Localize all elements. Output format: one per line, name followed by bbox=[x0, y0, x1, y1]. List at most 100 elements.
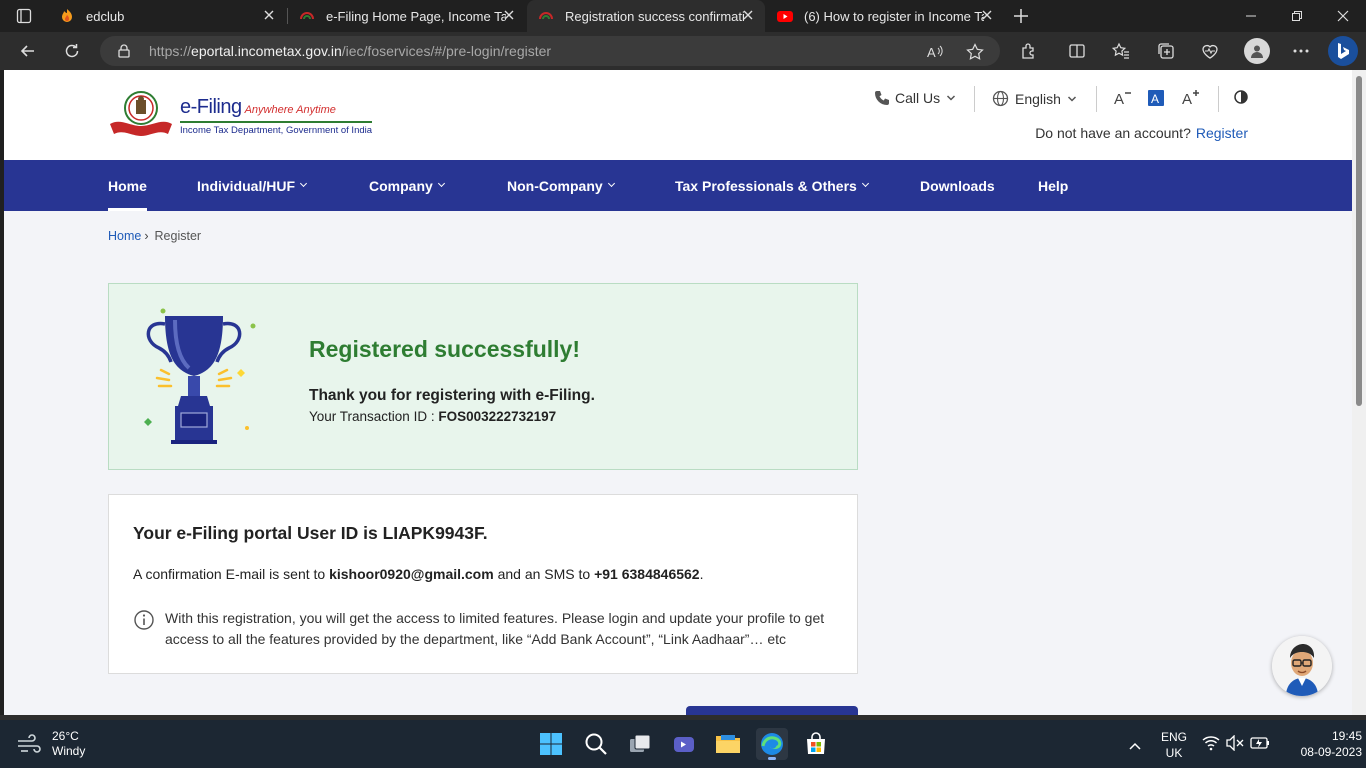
windows-taskbar: 26°C Windy ENG UK 19:45 08-09-2023 bbox=[0, 720, 1366, 768]
start-menu-icon[interactable] bbox=[535, 728, 567, 760]
limited-access-note: With this registration, you will get the… bbox=[165, 610, 825, 647]
nav-tax-professionals[interactable]: Tax Professionals & Others bbox=[675, 160, 869, 211]
chevron-down-icon bbox=[947, 95, 956, 101]
restore-icon[interactable] bbox=[1274, 0, 1320, 32]
logo-subtitle: Income Tax Department, Government of Ind… bbox=[180, 121, 373, 136]
wind-weather-icon bbox=[18, 734, 41, 753]
weather-widget[interactable]: 26°C Windy bbox=[16, 729, 85, 759]
info-icon bbox=[134, 610, 154, 630]
more-options-icon[interactable] bbox=[1290, 41, 1312, 61]
browser-tab-bar: edclub e-Filing Home Page, Income Tax D … bbox=[0, 0, 1366, 32]
read-aloud-icon[interactable]: A bbox=[926, 43, 944, 61]
browser-toolbar: https://eportal.incometax.gov.in/iec/fos… bbox=[0, 32, 1366, 70]
phone-icon bbox=[875, 91, 889, 105]
lock-icon[interactable] bbox=[118, 44, 130, 58]
url-text[interactable]: https://eportal.incometax.gov.in/iec/fos… bbox=[149, 43, 551, 59]
nav-non-company[interactable]: Non-Company bbox=[507, 160, 615, 211]
account-prompt-text: Do not have an account? bbox=[1035, 125, 1191, 141]
volume-muted-icon[interactable] bbox=[1226, 734, 1244, 756]
nav-individual-huf[interactable]: Individual/HUF bbox=[197, 160, 308, 211]
language-dropdown[interactable]: English bbox=[992, 90, 1077, 107]
back-icon[interactable] bbox=[14, 39, 42, 63]
decrease-font-icon[interactable]: A bbox=[1114, 90, 1132, 106]
efiling-logo[interactable]: e-Filing Anywhere Anytime Income Tax Depa… bbox=[108, 88, 373, 143]
breadcrumb: Home › Register bbox=[108, 229, 201, 243]
profile-avatar-icon[interactable] bbox=[1244, 38, 1270, 64]
browser-tab-registration-success[interactable]: Registration success confirmation bbox=[527, 0, 765, 32]
input-language-indicator[interactable]: ENG UK bbox=[1158, 729, 1190, 761]
confirmation-phone: +91 6384846562 bbox=[594, 566, 700, 582]
address-bar[interactable]: https://eportal.incometax.gov.in/iec/fos… bbox=[100, 36, 1000, 66]
transaction-id-value: FOS003222732197 bbox=[438, 409, 557, 424]
browser-tab-youtube[interactable]: (6) How to register in Income Tax bbox=[766, 0, 1004, 32]
chatbot-avatar-icon[interactable] bbox=[1272, 636, 1332, 696]
battery-icon[interactable] bbox=[1250, 735, 1270, 756]
contrast-toggle-icon[interactable] bbox=[1234, 90, 1248, 104]
scrollbar-thumb[interactable] bbox=[1356, 76, 1362, 406]
globe-icon bbox=[992, 90, 1009, 107]
nav-downloads[interactable]: Downloads bbox=[920, 160, 995, 211]
refresh-icon[interactable] bbox=[58, 39, 86, 63]
transaction-id: Your Transaction ID : FOS003222732197 bbox=[309, 409, 556, 424]
file-explorer-icon[interactable] bbox=[712, 728, 744, 760]
new-tab-icon[interactable] bbox=[1012, 7, 1030, 25]
chevron-down-icon bbox=[861, 179, 869, 188]
close-tab-icon[interactable] bbox=[502, 8, 516, 22]
extensions-icon[interactable] bbox=[1018, 41, 1040, 61]
nav-home[interactable]: Home bbox=[108, 160, 147, 211]
edclub-favicon-icon bbox=[62, 9, 72, 22]
header-divider bbox=[974, 86, 975, 112]
trophy-icon bbox=[144, 308, 256, 444]
tab-actions-icon[interactable] bbox=[8, 4, 40, 28]
task-view-icon[interactable] bbox=[624, 728, 656, 760]
logo-brand: e-Filing Anywhere Anytime bbox=[180, 96, 336, 118]
transaction-id-label: Your Transaction ID : bbox=[309, 409, 435, 424]
register-link[interactable]: Register bbox=[1196, 125, 1248, 141]
collections-icon[interactable] bbox=[1155, 41, 1177, 61]
default-font-icon[interactable]: A bbox=[1148, 90, 1164, 106]
close-tab-icon[interactable] bbox=[741, 8, 755, 22]
browser-tab-edclub[interactable]: edclub bbox=[48, 0, 286, 32]
header-divider bbox=[1096, 86, 1097, 112]
tab-title: (6) How to register in Income Tax bbox=[804, 8, 984, 24]
bing-copilot-icon[interactable] bbox=[1328, 36, 1358, 66]
system-clock[interactable]: 19:45 08-09-2023 bbox=[1278, 728, 1362, 760]
minimize-icon[interactable] bbox=[1228, 0, 1274, 32]
microsoft-store-icon[interactable] bbox=[800, 728, 832, 760]
tab-title: edclub bbox=[86, 8, 125, 24]
tab-title: e-Filing Home Page, Income Tax D bbox=[326, 8, 506, 24]
wifi-icon[interactable] bbox=[1202, 735, 1220, 756]
close-window-icon[interactable] bbox=[1320, 0, 1366, 32]
nav-company[interactable]: Company bbox=[369, 160, 445, 211]
page-viewport: e-Filing Anywhere Anytime Income Tax Depa… bbox=[4, 70, 1352, 715]
edge-browser-icon[interactable] bbox=[756, 728, 788, 760]
breadcrumb-separator: › bbox=[144, 229, 149, 243]
account-prompt: Do not have an account? Register bbox=[1035, 125, 1248, 141]
search-icon[interactable] bbox=[580, 728, 612, 760]
browser-tab-efiling-home[interactable]: e-Filing Home Page, Income Tax D bbox=[288, 0, 526, 32]
favorites-icon[interactable] bbox=[1110, 41, 1132, 61]
chevron-down-icon bbox=[1067, 95, 1076, 102]
call-us-dropdown[interactable]: Call Us bbox=[874, 90, 956, 106]
call-us-label: Call Us bbox=[895, 90, 941, 106]
efiling-favicon-icon bbox=[300, 12, 314, 20]
nav-help[interactable]: Help bbox=[1038, 160, 1068, 211]
continue-button[interactable] bbox=[686, 706, 858, 715]
header-divider bbox=[1218, 86, 1219, 112]
success-title: Registered successfully! bbox=[309, 336, 581, 362]
chevron-down-icon bbox=[607, 179, 615, 188]
page-scrollbar[interactable] bbox=[1352, 70, 1366, 715]
language-label: English bbox=[1015, 90, 1061, 107]
tab-title: Registration success confirmation bbox=[565, 8, 745, 24]
user-id-heading: Your e-Filing portal User ID is LIAPK994… bbox=[133, 523, 488, 543]
favorite-star-icon[interactable] bbox=[966, 43, 984, 61]
increase-font-icon[interactable]: A bbox=[1182, 90, 1200, 106]
split-screen-icon[interactable] bbox=[1066, 41, 1088, 61]
close-tab-icon[interactable] bbox=[262, 8, 276, 22]
browser-essentials-icon[interactable] bbox=[1199, 41, 1221, 61]
main-navigation: Home Individual/HUF Company Non-Company … bbox=[4, 160, 1352, 211]
show-hidden-icons-chevron-icon[interactable] bbox=[1128, 738, 1142, 756]
teams-chat-icon[interactable] bbox=[668, 728, 700, 760]
breadcrumb-home-link[interactable]: Home bbox=[108, 229, 141, 243]
close-tab-icon[interactable] bbox=[980, 8, 994, 22]
